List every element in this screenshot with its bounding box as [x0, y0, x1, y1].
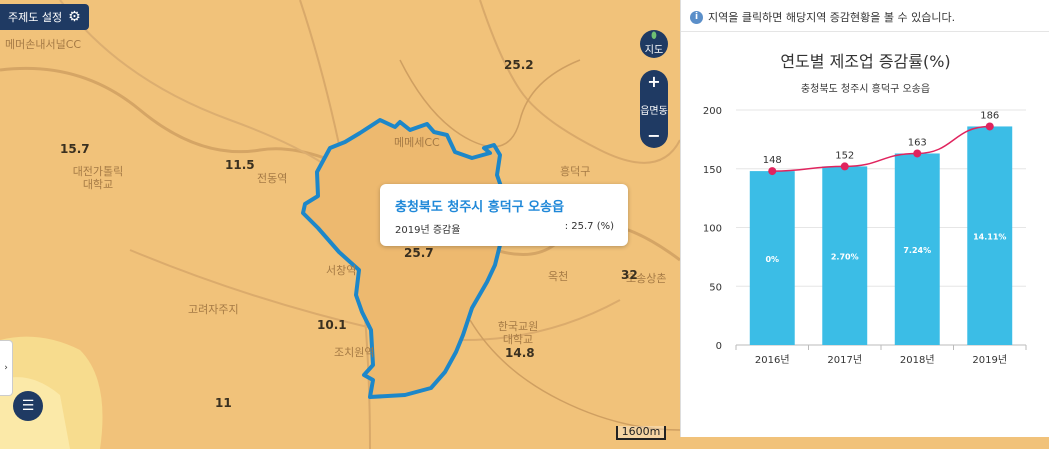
point-label: 152 — [835, 150, 854, 161]
tooltip-label: 2019년 증감율 — [395, 225, 461, 236]
zoom-level-label: 읍면동 — [640, 105, 668, 117]
point-label: 163 — [908, 137, 927, 148]
zoom-in-button[interactable]: + — [647, 74, 660, 90]
x-tick-label: 2018년 — [900, 354, 935, 366]
region-value[interactable]: 15.7 — [60, 142, 90, 156]
region-value[interactable]: 25.7 — [404, 246, 434, 260]
divider — [681, 31, 1049, 32]
legend-button[interactable]: ☰ — [13, 391, 43, 421]
list-icon: ☰ — [21, 398, 35, 414]
chart-title: 연도별 제조업 증감률(%) — [780, 52, 951, 71]
place-label: 메머손내서널CC — [5, 38, 82, 51]
stats-panel: i 지역을 클릭하면 해당지역 증감현황을 볼 수 있습니다. 연도별 제조업 … — [680, 0, 1049, 437]
scale-bar: 1600m — [616, 426, 666, 440]
map-toggle-label: 지도 — [644, 45, 664, 56]
y-tick-label: 100 — [703, 224, 722, 235]
place-label: 전동역 — [257, 172, 288, 185]
bar-chart: 0 50 100 150 200 0% 2016년 2.70% 2017년 7.24% 2018년 1… — [703, 106, 1027, 366]
y-tick-label: 0 — [716, 341, 722, 352]
point-label: 148 — [763, 155, 782, 166]
x-tick-label: 2019년 — [972, 354, 1007, 366]
bar-label: 2.70% — [831, 253, 859, 262]
y-tick-label: 200 — [703, 106, 722, 117]
bar-label: 7.24% — [903, 246, 931, 255]
series-line — [772, 125, 990, 172]
x-tick-label: 2016년 — [755, 354, 790, 366]
place-label: 서창역 — [326, 264, 357, 277]
place-label: 한국교원 대학교 — [497, 320, 539, 346]
region-tooltip: 충청북도 청주시 흥덕구 오송읍 2019년 증감율 : 25.7 (%) — [380, 184, 628, 246]
region-value[interactable]: 14.8 — [505, 346, 535, 360]
bar-label: 14.11% — [973, 233, 1006, 242]
point-label: 186 — [980, 110, 999, 121]
region-value[interactable]: 32 — [621, 268, 638, 282]
info-message: i 지역을 클릭하면 해당지역 증감현황을 볼 수 있습니다. — [690, 9, 955, 25]
theme-settings-button[interactable]: 주제도 설정 ⚙ — [0, 4, 89, 30]
place-label: 옥천 — [548, 270, 569, 283]
y-tick-label: 50 — [709, 282, 722, 293]
line-point — [913, 149, 922, 158]
zoom-out-button[interactable]: − — [647, 128, 660, 144]
line-point — [840, 162, 849, 171]
zoom-control: + 읍면동 − — [640, 70, 668, 148]
chevron-right-icon: › — [4, 363, 8, 373]
place-label: 흥덕구 — [560, 165, 591, 178]
place-label: 고려자주지 — [188, 303, 239, 316]
place-label: 조치원역 — [334, 346, 375, 359]
side-panel-toggle[interactable]: › — [0, 340, 13, 396]
tooltip-value: : 25.7 (%) — [564, 221, 614, 232]
map-toggle-button[interactable]: ⬮ 지도 — [640, 30, 668, 58]
x-tick-label: 2017년 — [827, 354, 862, 366]
theme-settings-label: 주제도 설정 — [8, 11, 63, 24]
tooltip-title: 충청북도 청주시 흥덕구 오송읍 — [395, 200, 565, 215]
chart-subtitle: 충청북도 청주시 흥덕구 오송읍 — [800, 84, 931, 95]
place-label: 대전가톨릭 대학교 — [72, 165, 124, 191]
y-tick-label: 150 — [703, 165, 722, 176]
korea-map-icon: ⬮ — [651, 31, 657, 41]
line-point — [985, 122, 994, 131]
line-point — [768, 167, 777, 176]
gear-icon: ⚙ — [68, 9, 81, 25]
region-value[interactable]: 25.2 — [504, 58, 534, 72]
bar-label: 0% — [765, 255, 779, 264]
region-value[interactable]: 11 — [215, 396, 232, 410]
info-text: 지역을 클릭하면 해당지역 증감현황을 볼 수 있습니다. — [708, 11, 956, 24]
place-label: 메메세CC — [394, 136, 440, 149]
region-value[interactable]: 10.1 — [317, 318, 347, 332]
info-icon: i — [690, 10, 703, 24]
region-value[interactable]: 11.5 — [225, 158, 255, 172]
